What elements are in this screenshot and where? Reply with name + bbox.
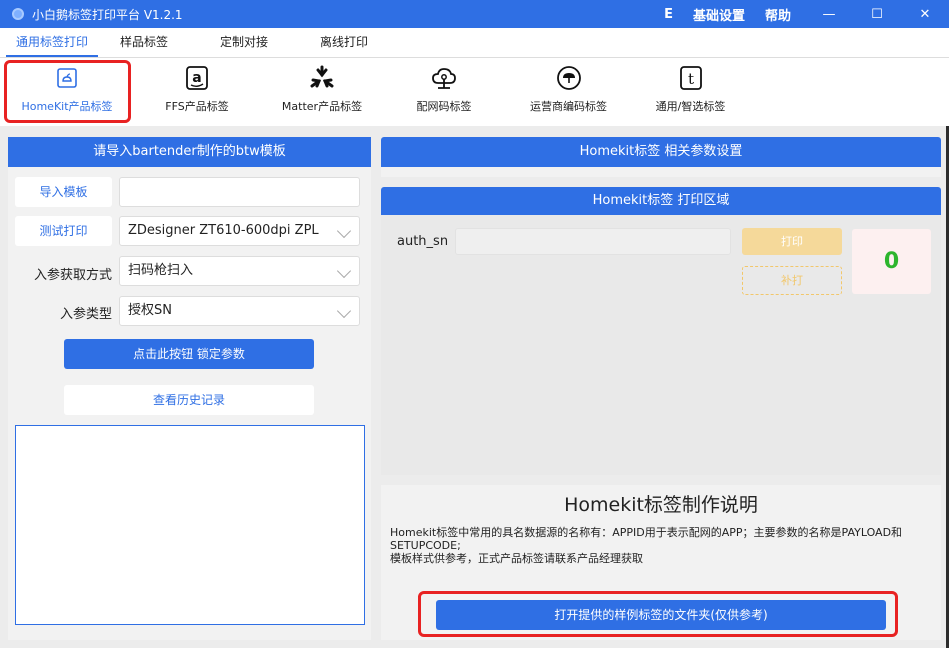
log-textarea[interactable] bbox=[15, 425, 365, 625]
instructions-title: Homekit标签制作说明 bbox=[564, 494, 758, 516]
print-count: 0 bbox=[852, 229, 931, 294]
param-mode-value: 扫码枪扫入 bbox=[128, 263, 194, 278]
reprint-button[interactable]: 补打 bbox=[742, 266, 842, 295]
chevron-down-icon bbox=[336, 223, 352, 239]
subtab-general-smart[interactable]: t 通用/智选标签 bbox=[648, 62, 733, 122]
param-type-label: 入参类型 bbox=[59, 307, 112, 322]
test-print-row: 测试打印 bbox=[15, 216, 112, 246]
tab-offline-print[interactable]: 离线打印 bbox=[306, 27, 382, 57]
svg-text:t: t bbox=[687, 70, 693, 88]
print-button[interactable]: 打印 bbox=[742, 228, 842, 255]
matter-icon bbox=[310, 65, 334, 88]
app-title: 小白鹅标签打印平台 V1.2.1 bbox=[32, 7, 183, 22]
tab-custom-integration[interactable]: 定制对接 bbox=[206, 27, 282, 57]
import-template-button[interactable]: 导入模板 bbox=[15, 177, 112, 207]
subtab-label: HomeKit产品标签 bbox=[21, 100, 113, 113]
params-panel bbox=[381, 167, 941, 177]
subtab-label: FFS产品标签 bbox=[165, 100, 229, 113]
auth-sn-input[interactable] bbox=[455, 228, 731, 255]
subtab-homekit[interactable]: HomeKit产品标签 bbox=[12, 62, 122, 122]
param-type-value: 授权SN bbox=[128, 303, 172, 318]
cloud-network-icon bbox=[432, 68, 456, 89]
printer-select[interactable]: ZDesigner ZT610-600dpi ZPL bbox=[119, 216, 360, 246]
open-sample-folder-button[interactable]: 打开提供的样例标签的文件夹(仅供参考) bbox=[436, 600, 886, 630]
print-area-header: Homekit标签 打印区域 bbox=[381, 187, 941, 215]
lock-params-button[interactable]: 点击此按钮 锁定参数 bbox=[64, 339, 314, 369]
chevron-down-icon bbox=[336, 303, 352, 319]
app-logo-icon bbox=[12, 8, 24, 20]
subtab-label: 配网码标签 bbox=[416, 100, 472, 113]
auth-sn-label: auth_sn bbox=[397, 234, 449, 249]
chevron-down-icon bbox=[336, 263, 352, 279]
subtab-matter[interactable]: Matter产品标签 bbox=[272, 62, 372, 122]
main-tabs: 通用标签打印 样品标签 定制对接 离线打印 bbox=[0, 28, 949, 58]
import-row: 导入模板 bbox=[15, 177, 112, 207]
minimize-button[interactable]: — bbox=[805, 7, 853, 22]
homekit-icon bbox=[57, 68, 77, 88]
template-panel-header: 请导入bartender制作的btw模板 bbox=[8, 137, 371, 167]
amazon-icon: a bbox=[186, 66, 208, 90]
template-path-field[interactable] bbox=[119, 177, 360, 207]
instructions-text: Homekit标签中常用的具名数据源的名称有：APPID用于表示配网的APP；主… bbox=[390, 526, 935, 565]
menu-basic-settings[interactable]: 基础设置 bbox=[693, 5, 745, 24]
menu-help[interactable]: 帮助 bbox=[765, 5, 791, 24]
subtab-ffs[interactable]: a FFS产品标签 bbox=[152, 62, 242, 122]
instructions-line-2: 模板样式供参考，正式产品标签请联系产品经理获取 bbox=[390, 552, 643, 565]
param-mode-label: 入参获取方式 bbox=[33, 268, 112, 283]
svg-text:a: a bbox=[192, 70, 201, 86]
subtab-label: Matter产品标签 bbox=[281, 100, 363, 113]
t-letter-icon: t bbox=[679, 66, 702, 90]
instructions-line-1: Homekit标签中常用的具名数据源的名称有：APPID用于表示配网的APP；主… bbox=[390, 526, 903, 552]
subtab-carrier-code[interactable]: 运营商编码标签 bbox=[521, 62, 616, 122]
view-history-button[interactable]: 查看历史记录 bbox=[64, 385, 314, 415]
param-type-select[interactable]: 授权SN bbox=[119, 296, 360, 326]
tab-sample-label[interactable]: 样品标签 bbox=[106, 27, 182, 57]
subtab-network-code[interactable]: 配网码标签 bbox=[404, 62, 484, 122]
test-print-button[interactable]: 测试打印 bbox=[15, 216, 112, 246]
label-type-toolbar: HomeKit产品标签 a FFS产品标签 Matter产品标签 配网码标签 运… bbox=[0, 59, 949, 125]
maximize-button[interactable]: ☐ bbox=[853, 7, 901, 22]
menu-e[interactable]: E bbox=[664, 7, 673, 22]
subtab-label: 运营商编码标签 bbox=[530, 100, 607, 113]
title-bar: 小白鹅标签打印平台 V1.2.1 E 基础设置 帮助 — ☐ ✕ bbox=[0, 0, 949, 28]
umbrella-icon bbox=[556, 66, 581, 90]
param-mode-select[interactable]: 扫码枪扫入 bbox=[119, 256, 360, 286]
close-button[interactable]: ✕ bbox=[901, 7, 949, 22]
subtab-label: 通用/智选标签 bbox=[655, 100, 726, 113]
printer-select-value: ZDesigner ZT610-600dpi ZPL bbox=[128, 223, 319, 238]
params-header: Homekit标签 相关参数设置 bbox=[381, 137, 941, 167]
tab-general-label-print[interactable]: 通用标签打印 bbox=[2, 27, 102, 57]
